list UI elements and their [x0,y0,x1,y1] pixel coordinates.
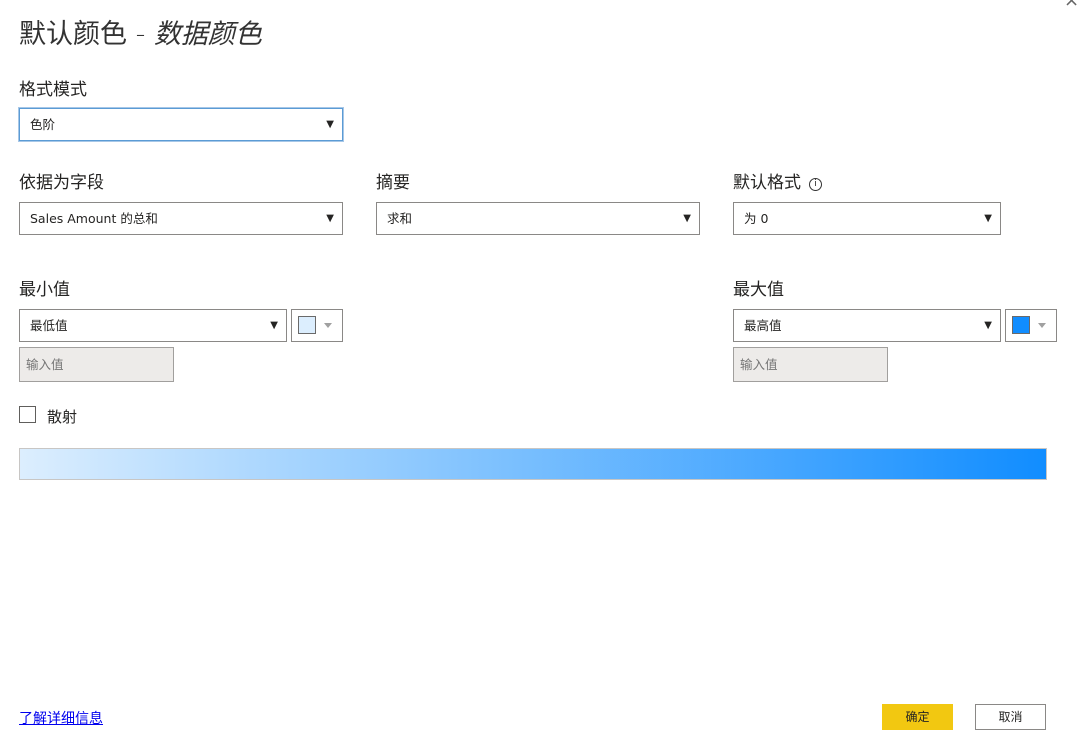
default-format-select[interactable]: 为 0 ▼ [733,202,1001,235]
minimum-label: 最小值 [19,280,70,300]
maximum-color-swatch [1012,316,1030,334]
minimum-value: 最低值 [30,318,68,333]
minimum-color-swatch [298,316,316,334]
default-format-label-text: 默认格式 [733,173,801,193]
color-scale-preview [19,448,1047,480]
diverging-label: 散射 [47,408,78,426]
summary-label: 摘要 [376,173,410,193]
learn-more-link[interactable]: 了解详细信息 [19,708,103,728]
maximum-value: 最高值 [744,318,782,333]
based-on-field-select[interactable]: Sales Amount 的总和 ▼ [19,202,343,235]
diverging-checkbox[interactable] [19,406,36,423]
minimum-select[interactable]: 最低值 ▼ [19,309,287,342]
format-mode-value: 色阶 [30,117,56,132]
chevron-down-icon: ▼ [270,320,278,331]
summary-value: 求和 [387,211,413,226]
maximum-value-input [733,347,888,382]
chevron-down-icon [324,323,332,328]
maximum-select[interactable]: 最高值 ▼ [733,309,1001,342]
chevron-down-icon: ▼ [326,213,334,224]
default-format-label: 默认格式 i [733,168,822,193]
ok-button[interactable]: 确定 [882,704,953,730]
chevron-down-icon [1038,323,1046,328]
cancel-button[interactable]: 取消 [975,704,1046,730]
summary-select[interactable]: 求和 ▼ [376,202,700,235]
format-mode-label: 格式模式 [19,80,87,100]
chevron-down-icon: ▼ [326,119,334,130]
format-mode-select[interactable]: 色阶 ▼ [19,108,343,141]
minimum-color-picker[interactable] [291,309,343,342]
dialog-title-sub: 数据颜色 [153,19,262,50]
dialog-title: 默认颜色 - 数据颜色 [19,12,262,51]
chevron-down-icon: ▼ [984,320,992,331]
maximum-label: 最大值 [733,280,784,300]
based-on-field-value: Sales Amount 的总和 [30,211,158,226]
chevron-down-icon: ▼ [984,213,992,224]
info-circle-icon[interactable]: i [809,178,822,191]
default-format-value: 为 0 [744,211,769,226]
based-on-field-label: 依据为字段 [19,173,104,193]
close-icon[interactable]: × [1064,0,1079,11]
minimum-value-input [19,347,174,382]
chevron-down-icon: ▼ [683,213,691,224]
dialog-title-main: 默认颜色 - [19,19,154,50]
maximum-color-picker[interactable] [1005,309,1057,342]
